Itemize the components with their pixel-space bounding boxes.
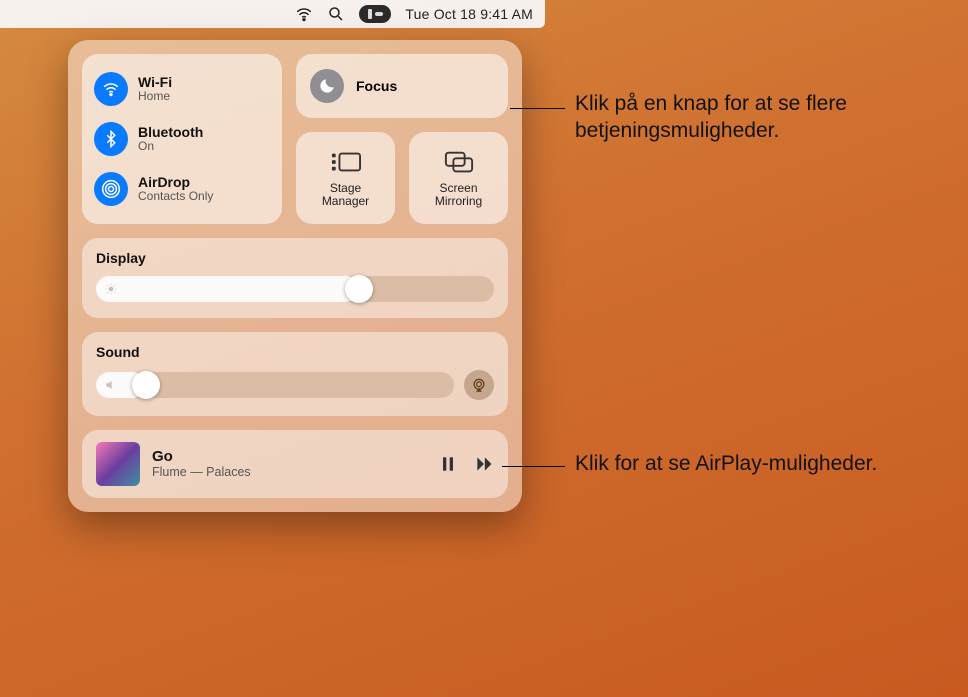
display-slider[interactable]: [96, 276, 494, 302]
sound-slider[interactable]: [96, 372, 454, 398]
airdrop-toggle[interactable]: AirDrop Contacts Only: [94, 172, 270, 206]
display-slider-knob[interactable]: [345, 275, 373, 303]
wifi-label: Wi-Fi: [138, 75, 172, 90]
volume-low-icon: [104, 378, 118, 392]
wifi-status: Home: [138, 90, 172, 103]
wifi-toggle[interactable]: Wi-Fi Home: [94, 72, 270, 106]
screen-mirroring-icon: [444, 148, 474, 176]
airdrop-status: Contacts Only: [138, 190, 213, 203]
wifi-icon: [94, 72, 128, 106]
connectivity-card: Wi-Fi Home Bluetooth On AirDrop: [82, 54, 282, 224]
sound-card: Sound: [82, 332, 508, 416]
callout-line: [502, 466, 565, 467]
bluetooth-status: On: [138, 140, 203, 153]
sound-slider-knob[interactable]: [132, 371, 160, 399]
airdrop-label: AirDrop: [138, 175, 213, 190]
airdrop-icon: [94, 172, 128, 206]
display-card: Display: [82, 238, 508, 318]
moon-icon: [310, 69, 344, 103]
now-playing-card[interactable]: Go Flume — Palaces: [82, 430, 508, 498]
bluetooth-icon: [94, 122, 128, 156]
callout-buttons: Klik på en knap for at se flere betjenin…: [575, 90, 955, 145]
album-art: [96, 442, 140, 486]
next-button[interactable]: [474, 454, 494, 474]
track-title: Go: [152, 448, 426, 465]
airplay-icon: [470, 376, 488, 394]
wifi-icon[interactable]: [295, 5, 313, 23]
callout-line: [510, 108, 565, 109]
focus-label: Focus: [356, 78, 397, 94]
spotlight-icon[interactable]: [327, 5, 345, 23]
focus-button[interactable]: Focus: [296, 54, 508, 118]
brightness-low-icon: [104, 282, 118, 296]
control-center-icon[interactable]: [359, 5, 391, 23]
stage-manager-label: Stage Manager: [322, 182, 369, 208]
pause-button[interactable]: [438, 454, 458, 474]
control-center-panel: Wi-Fi Home Bluetooth On AirDrop: [68, 40, 522, 512]
bluetooth-toggle[interactable]: Bluetooth On: [94, 122, 270, 156]
menubar-datetime[interactable]: Tue Oct 18 9:41 AM: [405, 6, 533, 22]
sound-title: Sound: [96, 344, 494, 360]
display-title: Display: [96, 250, 494, 266]
bluetooth-label: Bluetooth: [138, 125, 203, 140]
screen-mirroring-label: Screen Mirroring: [435, 182, 482, 208]
stage-manager-icon: [331, 148, 361, 176]
stage-manager-button[interactable]: Stage Manager: [296, 132, 395, 224]
track-artist-album: Flume — Palaces: [152, 465, 426, 479]
screen-mirroring-button[interactable]: Screen Mirroring: [409, 132, 508, 224]
callout-airplay: Klik for at se AirPlay-muligheder.: [575, 450, 877, 477]
airplay-audio-button[interactable]: [464, 370, 494, 400]
menubar: Tue Oct 18 9:41 AM: [0, 0, 545, 28]
